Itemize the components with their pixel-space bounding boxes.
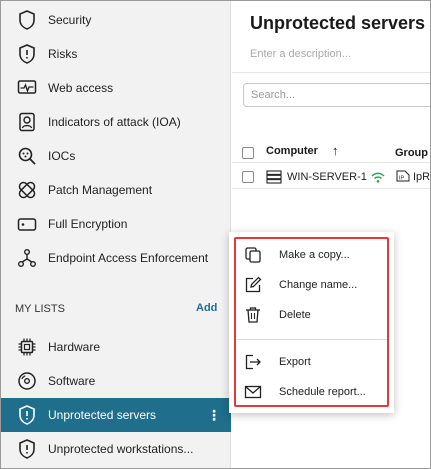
shield-alert-icon bbox=[17, 439, 37, 459]
menu-item-label: Make a copy... bbox=[279, 249, 350, 261]
menu-item-label: Change name... bbox=[279, 279, 358, 291]
sidebar-item-unprotected-workstations[interactable]: Unprotected workstations... bbox=[1, 432, 231, 466]
pulse-monitor-icon bbox=[17, 78, 37, 98]
sidebar-item-label: Unprotected servers bbox=[48, 408, 157, 422]
sidebar-item-hardware[interactable]: Hardware bbox=[1, 330, 231, 364]
copy-icon bbox=[244, 246, 262, 264]
ip-icon: IP bbox=[396, 169, 410, 188]
sidebar-item-label: Security bbox=[48, 13, 92, 27]
group-name: IpR bbox=[413, 171, 431, 183]
sidebar-item-full-encryption[interactable]: Full Encryption bbox=[1, 207, 231, 241]
shield-alert-icon bbox=[17, 405, 37, 425]
magnifier-icon bbox=[17, 146, 37, 166]
sidebar-item-patch-management[interactable]: Patch Management bbox=[1, 173, 231, 207]
sidebar-item-label: Patch Management bbox=[48, 183, 153, 197]
my-lists-heading: MY LISTS bbox=[15, 303, 65, 315]
sidebar-item-security[interactable]: Security bbox=[1, 3, 231, 37]
select-all-checkbox[interactable] bbox=[242, 147, 254, 159]
sidebar-item-iocs[interactable]: IOCs bbox=[1, 139, 231, 173]
sort-ascending-icon[interactable]: ↑ bbox=[332, 143, 339, 158]
sidebar-item-label: IOCs bbox=[48, 149, 76, 163]
bandage-icon bbox=[17, 180, 37, 200]
add-list-link[interactable]: Add bbox=[196, 302, 217, 314]
export-icon bbox=[244, 353, 262, 371]
search-input[interactable]: Search... bbox=[243, 83, 430, 107]
computer-name[interactable]: WIN-SERVER-1 bbox=[287, 171, 367, 183]
more-options-icon[interactable]: ⋮ bbox=[207, 408, 221, 422]
menu-item-schedule-report[interactable]: Schedule report... bbox=[229, 379, 394, 405]
menu-separator bbox=[237, 339, 387, 340]
search-placeholder: Search... bbox=[251, 89, 296, 101]
chip-icon bbox=[17, 337, 37, 357]
menu-item-export[interactable]: Export bbox=[229, 349, 394, 375]
menu-item-make-copy[interactable]: Make a copy... bbox=[229, 242, 394, 268]
sidebar-item-label: Unprotected workstations... bbox=[48, 442, 194, 456]
row-divider bbox=[232, 188, 430, 189]
sidebar-item-web-access[interactable]: Web access bbox=[1, 71, 231, 105]
sidebar-item-ioa[interactable]: Indicators of attack (IOA) bbox=[1, 105, 231, 139]
trash-icon bbox=[244, 306, 262, 324]
menu-item-delete[interactable]: Delete bbox=[229, 302, 394, 328]
sidebar-item-label: Risks bbox=[48, 47, 78, 61]
page-title: Unprotected servers bbox=[250, 13, 426, 33]
menu-item-label: Export bbox=[279, 356, 311, 368]
edit-icon bbox=[244, 276, 262, 294]
connection-status-icon bbox=[370, 169, 386, 190]
column-header-computer[interactable]: Computer bbox=[266, 145, 318, 157]
server-icon bbox=[266, 170, 282, 189]
sidebar: Security Risks Web access Indicators of … bbox=[1, 1, 231, 468]
menu-item-label: Delete bbox=[279, 309, 311, 321]
divider bbox=[232, 72, 430, 73]
sidebar-item-software[interactable]: Software bbox=[1, 364, 231, 398]
envelope-icon bbox=[244, 383, 262, 401]
menu-item-label: Schedule report... bbox=[279, 386, 366, 398]
sidebar-item-label: Software bbox=[48, 374, 96, 388]
sidebar-item-label: Endpoint Access Enforcement bbox=[48, 251, 209, 265]
drive-lock-icon bbox=[17, 214, 37, 234]
app-window: Security Risks Web access Indicators of … bbox=[0, 0, 431, 469]
sidebar-item-unprotected-servers[interactable]: Unprotected servers ⋮ bbox=[1, 398, 231, 432]
svg-text:IP: IP bbox=[399, 176, 405, 182]
header-divider bbox=[232, 162, 430, 163]
sidebar-item-label: Web access bbox=[48, 81, 114, 95]
sidebar-item-label: Full Encryption bbox=[48, 217, 128, 231]
sidebar-item-endpoint-access[interactable]: Endpoint Access Enforcement bbox=[1, 241, 231, 275]
column-header-group[interactable]: Group bbox=[395, 147, 428, 159]
sidebar-item-risks[interactable]: Risks bbox=[1, 37, 231, 71]
risk-shield-icon bbox=[17, 44, 37, 64]
menu-item-change-name[interactable]: Change name... bbox=[229, 272, 394, 298]
disc-icon bbox=[17, 371, 37, 391]
person-badge-icon bbox=[17, 112, 37, 132]
network-nodes-icon bbox=[17, 248, 37, 268]
row-checkbox[interactable] bbox=[242, 171, 254, 183]
sidebar-item-label: Indicators of attack (IOA) bbox=[48, 115, 181, 129]
description-field[interactable]: Enter a description... bbox=[250, 48, 351, 60]
sidebar-item-label: Hardware bbox=[48, 340, 101, 354]
shield-icon bbox=[17, 10, 37, 30]
